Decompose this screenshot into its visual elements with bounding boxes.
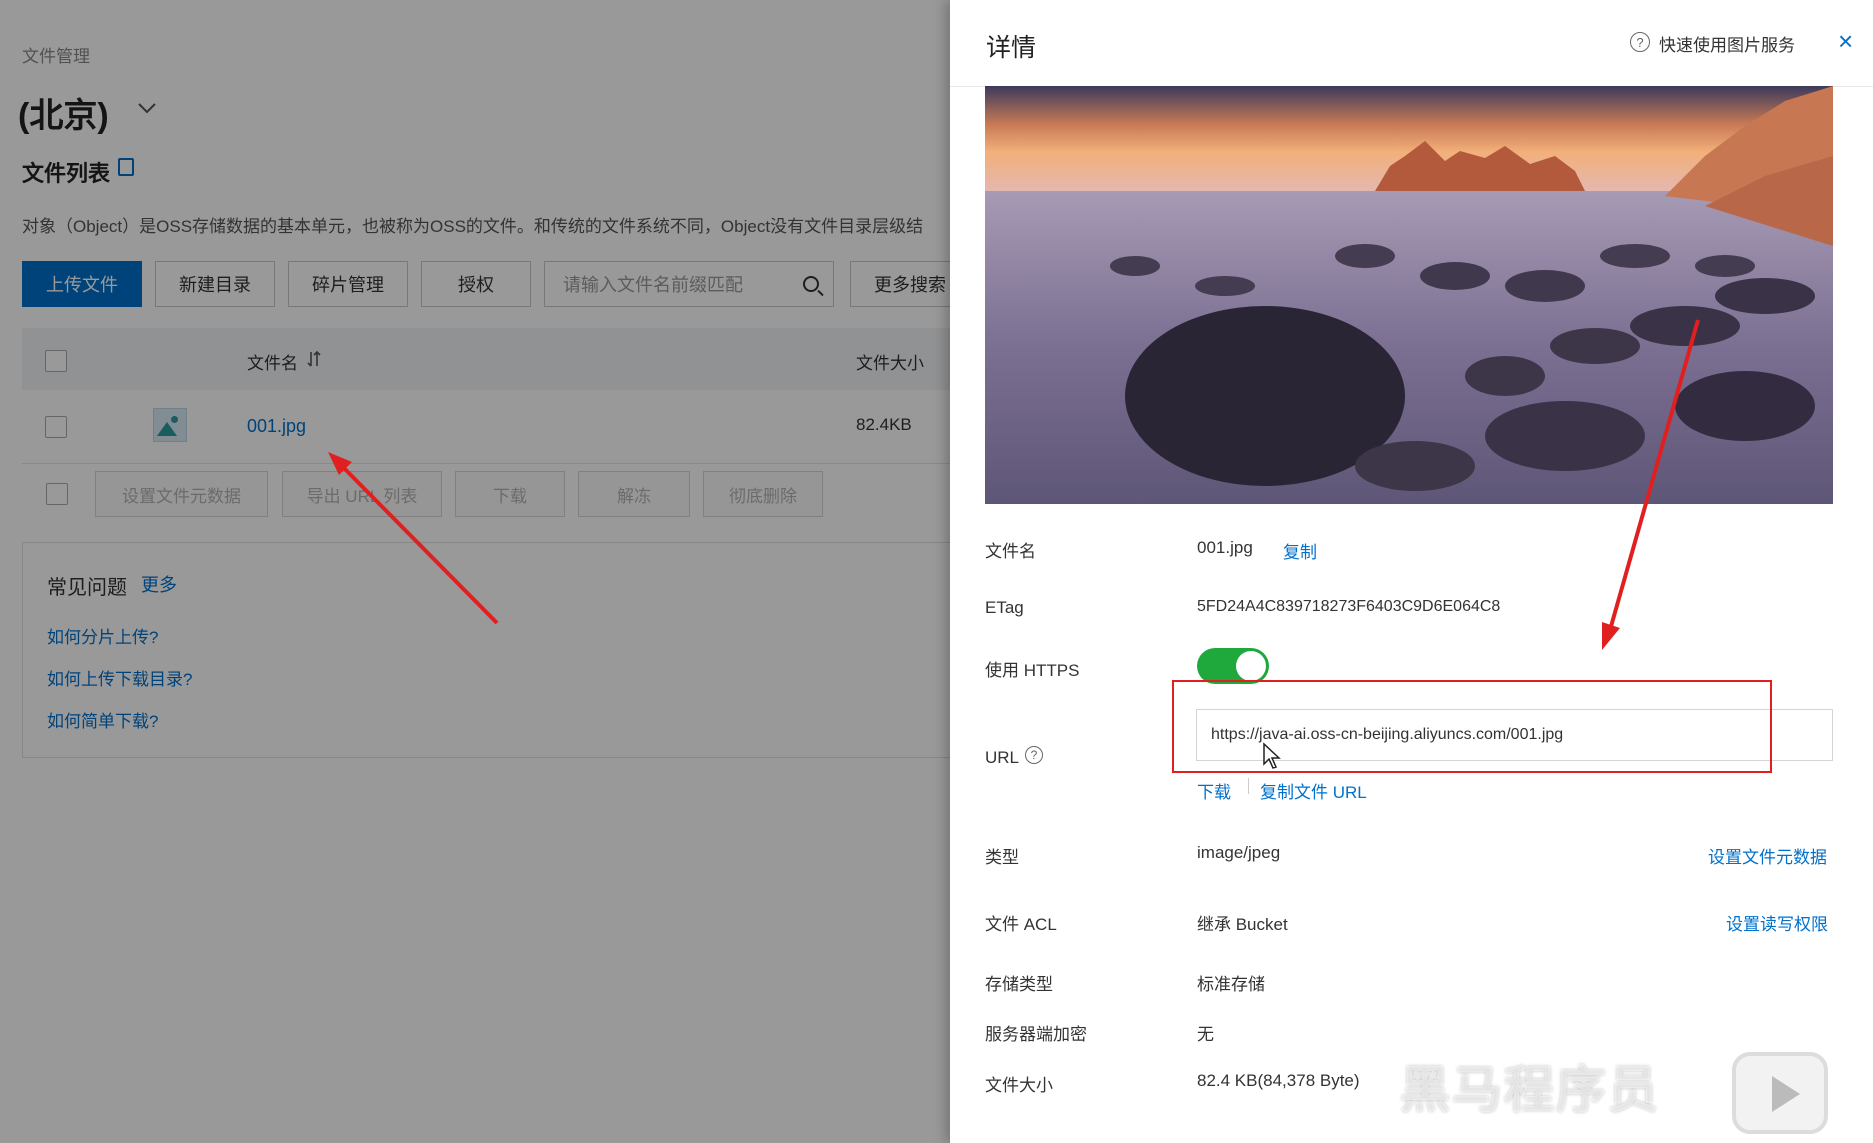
help-circle-icon[interactable]: ? — [1630, 32, 1650, 52]
divider — [1248, 778, 1249, 794]
modal-overlay[interactable] — [0, 0, 950, 1143]
https-label: 使用 HTTPS — [985, 661, 1080, 680]
https-toggle[interactable] — [1197, 648, 1269, 684]
drawer-title: 详情 — [986, 34, 1037, 62]
acl-label: 文件 ACL — [985, 915, 1057, 934]
encryption-label: 服务器端加密 — [985, 1025, 1087, 1044]
copy-url-link[interactable]: 复制文件 URL — [1260, 778, 1367, 803]
copy-filename-link[interactable]: 复制 — [1283, 538, 1317, 563]
set-acl-link[interactable]: 设置读写权限 — [1726, 910, 1828, 935]
set-metadata-link[interactable]: 设置文件元数据 — [1708, 843, 1827, 868]
encryption-value: 无 — [1197, 1025, 1214, 1044]
toggle-knob — [1236, 651, 1266, 681]
tv-play-icon — [1732, 1052, 1828, 1134]
help-circle-icon[interactable]: ? — [1025, 746, 1043, 764]
file-size-label: 文件大小 — [985, 1076, 1053, 1095]
filename-value: 001.jpg — [1197, 538, 1253, 557]
mouse-cursor-icon — [1263, 742, 1281, 769]
image-service-help-link[interactable]: 快速使用图片服务 — [1659, 31, 1795, 56]
watermark-text: 黑马程序员 — [1400, 1062, 1660, 1118]
storage-class-label: 存储类型 — [985, 975, 1053, 994]
download-link[interactable]: 下载 — [1197, 778, 1231, 803]
close-icon[interactable]: × — [1838, 26, 1853, 57]
storage-class-value: 标准存储 — [1197, 975, 1265, 994]
acl-value: 继承 Bucket — [1197, 915, 1288, 934]
detail-drawer: 详情 ? 快速使用图片服务 × 文件名 001.jpg 复制 ETag 5FD2… — [950, 0, 1873, 1143]
type-label: 类型 — [985, 848, 1019, 867]
type-value: image/jpeg — [1197, 843, 1281, 862]
file-size-detail-value: 82.4 KB(84,378 Byte) — [1197, 1071, 1360, 1090]
annotation-arrow — [1602, 319, 1700, 650]
etag-label: ETag — [985, 598, 1024, 617]
etag-value: 5FD24A4C839718273F6403C9D6E064C8 — [1197, 598, 1501, 615]
filename-label: 文件名 — [985, 542, 1036, 561]
url-label: URL — [985, 748, 1020, 767]
